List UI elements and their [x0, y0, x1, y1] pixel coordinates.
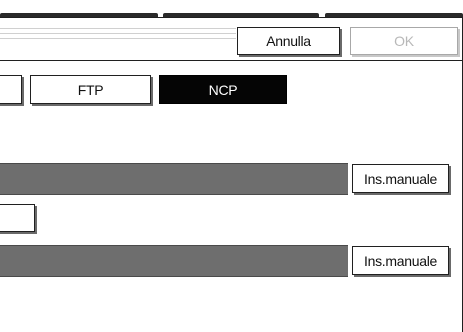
cancel-button[interactable]: Annulla	[237, 27, 340, 55]
ok-button[interactable]: OK	[350, 27, 458, 55]
text-field-1[interactable]	[0, 163, 348, 195]
manual-entry-button-1[interactable]: Ins.manuale	[352, 164, 449, 193]
small-button[interactable]	[0, 204, 35, 232]
protocol-option-partial[interactable]	[0, 75, 22, 104]
header-divider	[0, 33, 236, 34]
header-divider	[0, 38, 236, 39]
protocol-option-ftp[interactable]: FTP	[30, 75, 151, 104]
text-field-2[interactable]	[0, 245, 348, 277]
manual-entry-button-2[interactable]: Ins.manuale	[352, 246, 449, 275]
protocol-option-ncp[interactable]: NCP	[159, 75, 287, 104]
top-strip	[0, 0, 463, 14]
header-divider	[0, 28, 236, 29]
